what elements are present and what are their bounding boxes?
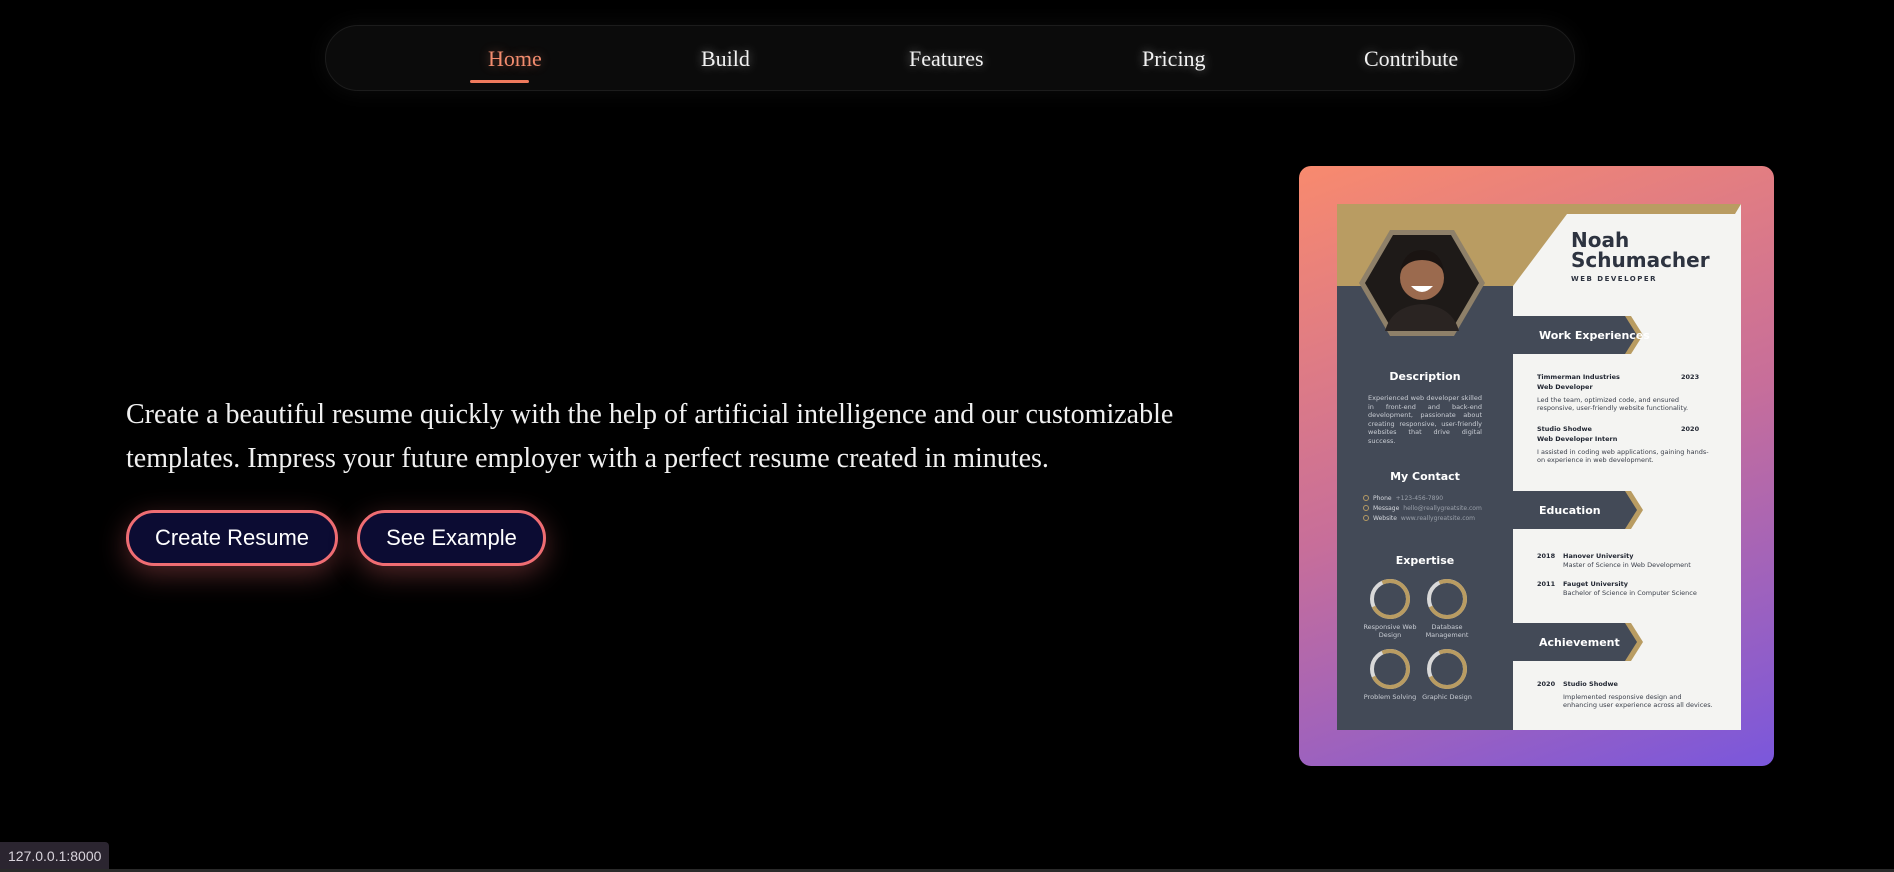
globe-icon — [1363, 515, 1369, 521]
contact-heading: My Contact — [1390, 470, 1460, 483]
work-company: Timmerman Industries — [1537, 373, 1620, 381]
work-role: Web Developer Intern — [1537, 435, 1618, 443]
skill-label: Responsive Web Design — [1363, 623, 1417, 639]
resume-preview: Noah Schumacher WEB DEVELOPER Descriptio… — [1337, 204, 1741, 730]
phone-icon — [1363, 495, 1369, 501]
education-degree: Master of Science in Web Development — [1563, 561, 1691, 569]
achievement-heading: Achievement — [1539, 636, 1620, 649]
work-year: 2023 — [1681, 373, 1700, 381]
education-year: 2018 — [1537, 552, 1556, 560]
work-summary: I assisted in coding web applications, g… — [1537, 448, 1709, 464]
work-company: Studio Shodwe — [1537, 425, 1592, 433]
achievement-text: Implemented responsive design and enhanc… — [1563, 693, 1713, 709]
education-school: Hanover University — [1563, 552, 1634, 560]
nav-active-indicator — [470, 80, 529, 83]
education-school: Fauget University — [1563, 580, 1628, 588]
contact-website: Website www.reallygreatsite.com — [1363, 515, 1475, 522]
contact-message: Message hello@reallygreatsite.com — [1363, 505, 1482, 512]
nav-pricing[interactable]: Pricing — [1142, 26, 1206, 92]
status-bar-url: 127.0.0.1:8000 — [0, 842, 110, 870]
nav-contribute[interactable]: Contribute — [1364, 26, 1458, 92]
achievement-org: Studio Shodwe — [1563, 680, 1618, 688]
education-year: 2011 — [1537, 580, 1556, 588]
skill-label: Problem Solving — [1363, 693, 1417, 701]
contact-phone: Phone +123-456-7890 — [1363, 495, 1443, 502]
description-heading: Description — [1389, 370, 1461, 383]
work-role: Web Developer — [1537, 383, 1593, 391]
work-summary: Led the team, optimized code, and ensure… — [1537, 396, 1689, 412]
nav-build[interactable]: Build — [701, 26, 750, 92]
education-heading: Education — [1539, 504, 1601, 517]
achievement-year: 2020 — [1537, 680, 1556, 688]
see-example-button[interactable]: See Example — [357, 510, 546, 566]
resume-name: Noah Schumacher — [1571, 228, 1710, 272]
work-year: 2020 — [1681, 425, 1700, 433]
hero-description: Create a beautiful resume quickly with t… — [126, 399, 1174, 474]
skill-label: Graphic Design — [1422, 693, 1472, 701]
mail-icon — [1363, 505, 1369, 511]
resume-role: WEB DEVELOPER — [1571, 275, 1658, 283]
nav-features[interactable]: Features — [909, 26, 984, 92]
expertise-heading: Expertise — [1395, 554, 1455, 567]
skill-label: Database Management — [1425, 623, 1469, 639]
profile-photo — [1359, 230, 1485, 336]
education-degree: Bachelor of Science in Computer Science — [1563, 589, 1697, 597]
work-heading: Work Experiences — [1539, 329, 1650, 342]
description-text: Experienced web developer skilled in fro… — [1368, 394, 1482, 445]
create-resume-button[interactable]: Create Resume — [126, 510, 338, 566]
